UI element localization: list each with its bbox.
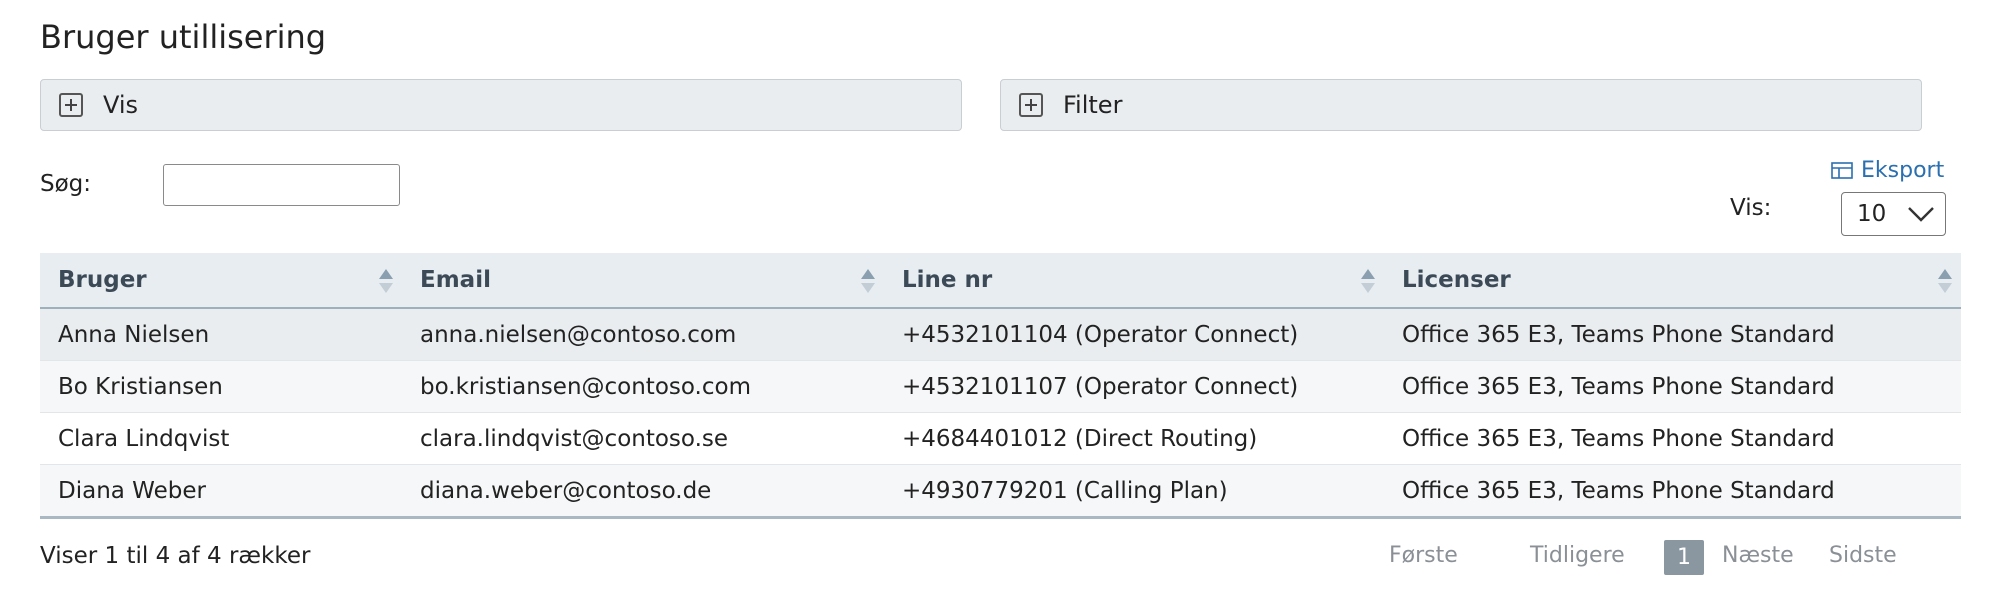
page-size-label: Vis: — [1730, 195, 1772, 221]
cell-line-nr: +4930779201 (Calling Plan) — [884, 464, 1384, 519]
cell-email: clara.lindqvist@contoso.se — [402, 412, 884, 465]
pager-first-button[interactable]: Første — [1389, 543, 1458, 568]
cell-line-nr: +4684401012 (Direct Routing) — [884, 412, 1384, 465]
column-header-bruger[interactable]: Bruger — [40, 253, 402, 309]
table-row[interactable]: Clara Lindqvist clara.lindqvist@contoso.… — [40, 412, 1961, 465]
users-table: Bruger Email Line nr Licenser Anna Niels… — [40, 253, 1961, 519]
cell-line-nr: +4532101104 (Operator Connect) — [884, 308, 1384, 361]
cell-line-nr: +4532101107 (Operator Connect) — [884, 360, 1384, 413]
cell-email: diana.weber@contoso.de — [402, 464, 884, 519]
plus-square-icon — [59, 93, 83, 117]
pager-page-1[interactable]: 1 — [1664, 540, 1704, 575]
vis-panel-label: Vis — [103, 91, 139, 119]
export-link[interactable]: Eksport — [1831, 158, 1944, 183]
sort-icon — [379, 269, 393, 293]
column-header-email[interactable]: Email — [402, 253, 884, 309]
column-header-licenser[interactable]: Licenser — [1384, 253, 1961, 309]
cell-email: bo.kristiansen@contoso.com — [402, 360, 884, 413]
export-label: Eksport — [1861, 158, 1945, 183]
cell-email: anna.nielsen@contoso.com — [402, 308, 884, 361]
filter-panel-label: Filter — [1063, 91, 1123, 119]
table-row[interactable]: Bo Kristiansen bo.kristiansen@contoso.co… — [40, 360, 1961, 413]
pager-prev-button[interactable]: Tidligere — [1530, 543, 1625, 568]
rows-info: Viser 1 til 4 af 4 rækker — [40, 543, 311, 569]
sort-icon — [1361, 269, 1375, 293]
chevron-down-icon — [1908, 207, 1934, 222]
sort-icon — [1938, 269, 1952, 293]
cell-licenser: Office 365 E3, Teams Phone Standard — [1384, 464, 1961, 519]
table-header-row: Bruger Email Line nr Licenser — [40, 253, 1961, 309]
table-row[interactable]: Diana Weber diana.weber@contoso.de +4930… — [40, 464, 1961, 519]
filter-panel-toggle[interactable]: Filter — [1000, 79, 1922, 131]
table-row[interactable]: Anna Nielsen anna.nielsen@contoso.com +4… — [40, 308, 1961, 361]
cell-bruger: Anna Nielsen — [40, 308, 402, 361]
sort-icon — [861, 269, 875, 293]
cell-bruger: Diana Weber — [40, 464, 402, 519]
pager-last-button[interactable]: Sidste — [1829, 543, 1897, 568]
cell-bruger: Bo Kristiansen — [40, 360, 402, 413]
pager-next-button[interactable]: Næste — [1722, 543, 1794, 568]
page-size-select[interactable]: 10 — [1841, 192, 1946, 236]
page-size-value: 10 — [1857, 201, 1887, 227]
cell-licenser: Office 365 E3, Teams Phone Standard — [1384, 412, 1961, 465]
page-title: Bruger utillisering — [40, 18, 327, 56]
search-input[interactable] — [163, 164, 400, 206]
cell-bruger: Clara Lindqvist — [40, 412, 402, 465]
vis-panel-toggle[interactable]: Vis — [40, 79, 962, 131]
column-header-line-nr[interactable]: Line nr — [884, 253, 1384, 309]
cell-licenser: Office 365 E3, Teams Phone Standard — [1384, 360, 1961, 413]
plus-square-icon — [1019, 93, 1043, 117]
cell-licenser: Office 365 E3, Teams Phone Standard — [1384, 308, 1961, 361]
search-label: Søg: — [40, 171, 92, 197]
table-icon — [1831, 162, 1853, 179]
